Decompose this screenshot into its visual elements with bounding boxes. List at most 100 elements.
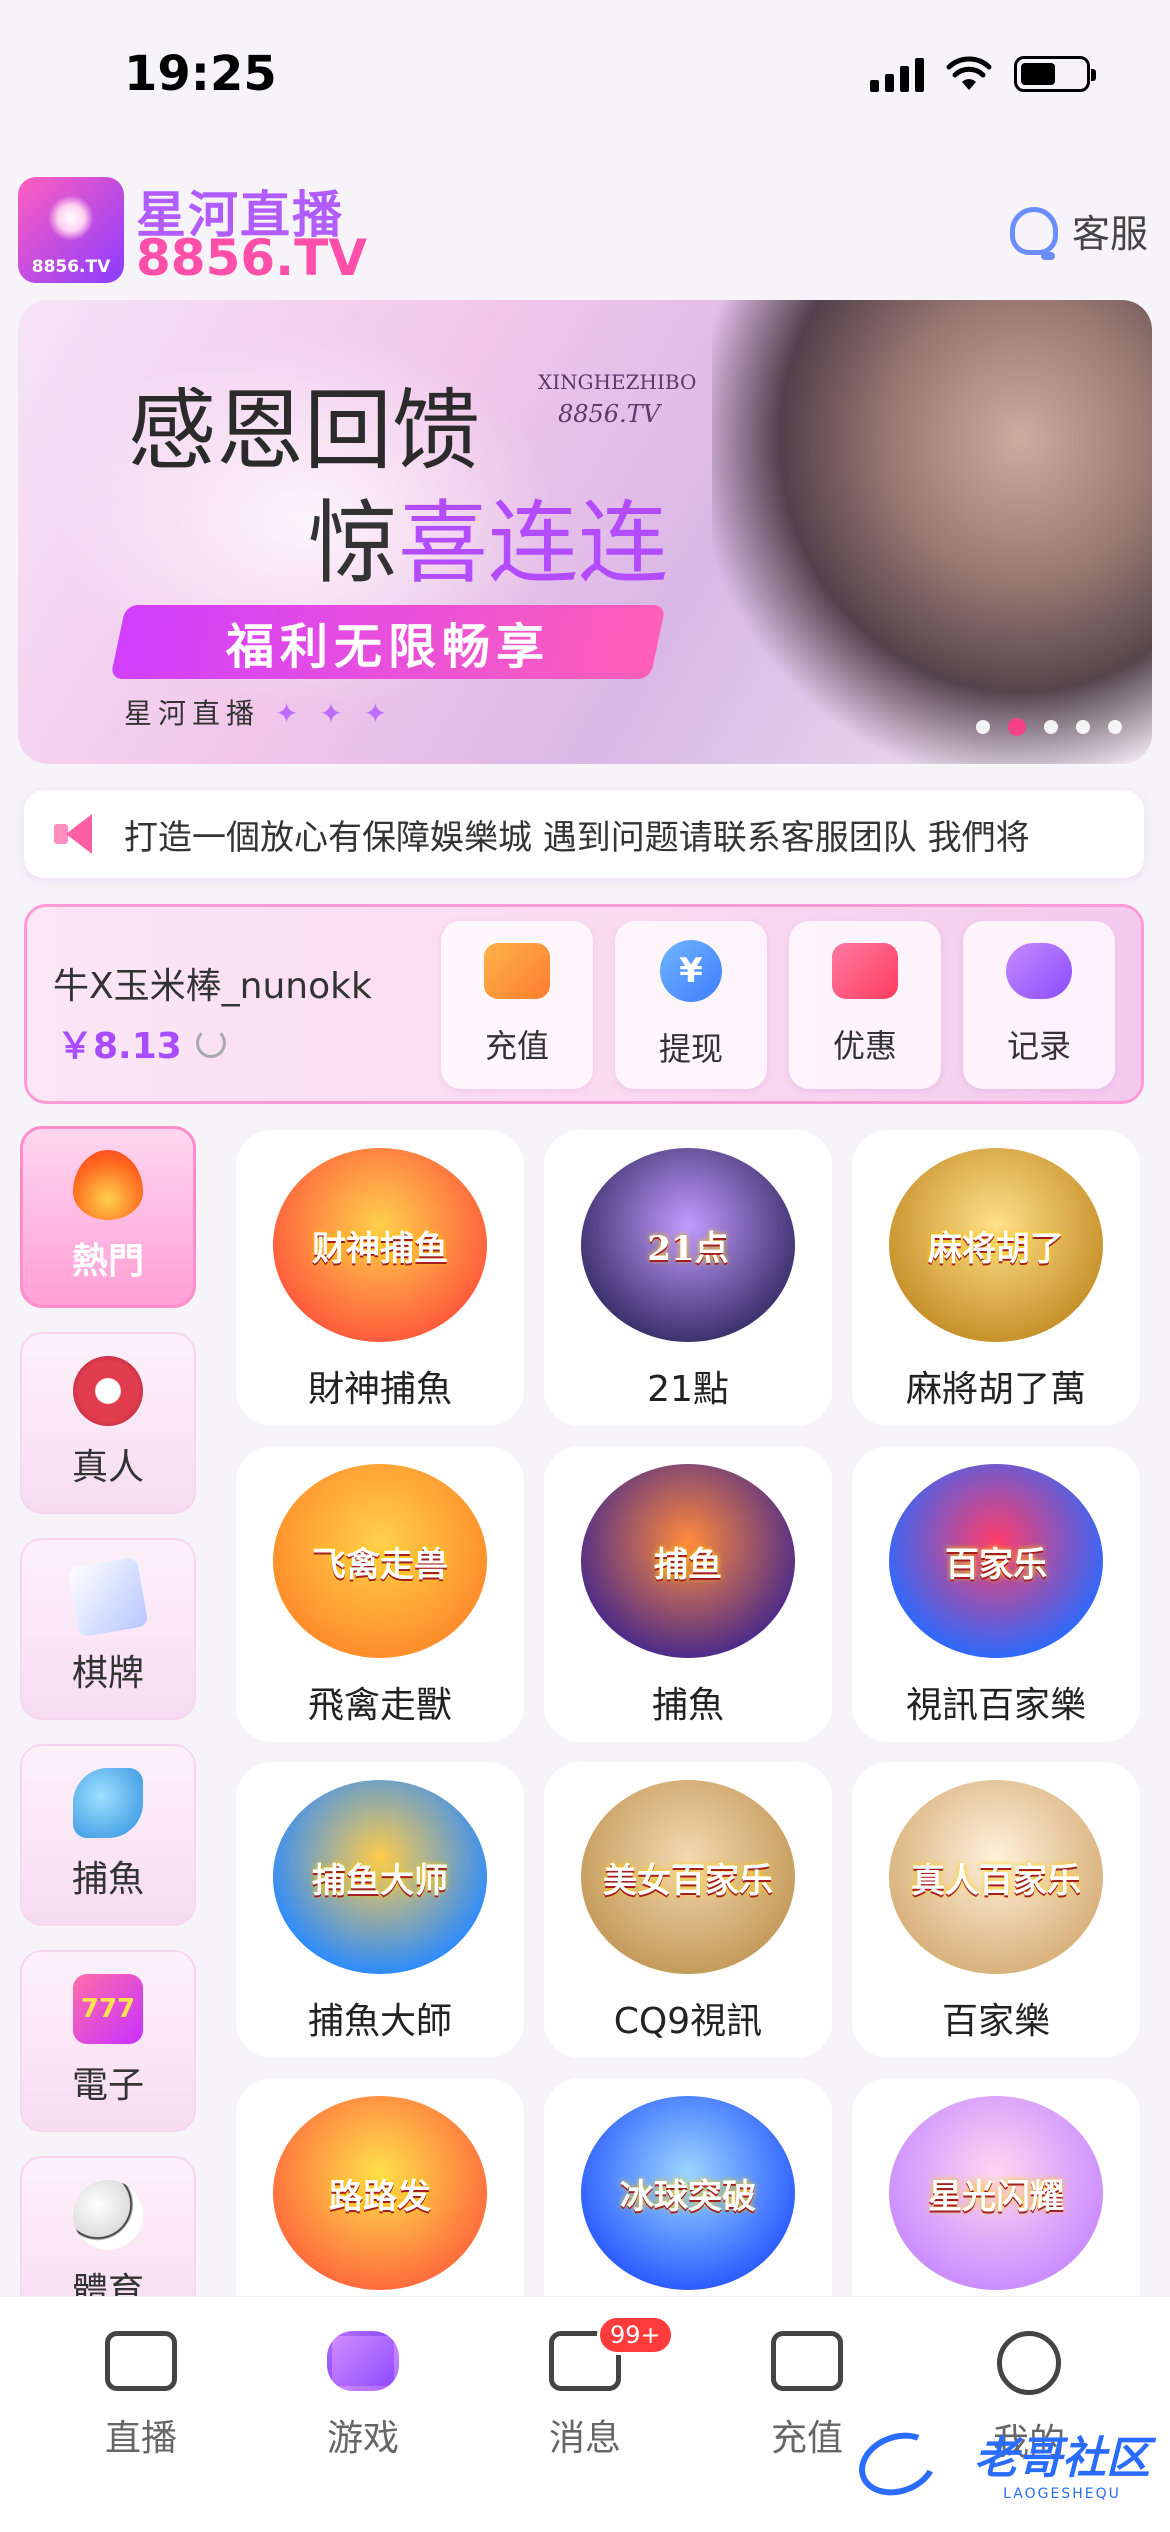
game-artwork: 麻将胡了 xyxy=(889,1148,1103,1342)
category-live-casino[interactable]: 真人 xyxy=(20,1332,196,1514)
game-artwork-text: 捕鱼 xyxy=(654,1544,722,1585)
refresh-icon[interactable] xyxy=(195,1028,226,1058)
headset-icon xyxy=(1009,206,1058,260)
game-artwork-text: 飞禽走兽 xyxy=(312,1544,448,1585)
game-artwork-text: 麻将胡了 xyxy=(928,1228,1064,1269)
game-artwork-text: 星光闪耀 xyxy=(928,2176,1064,2217)
game-artwork: 百家乐 xyxy=(889,1464,1103,1658)
game-artwork: 捕鱼 xyxy=(581,1464,795,1658)
category-fishing[interactable]: 捕魚 xyxy=(20,1744,196,1926)
promo-banner[interactable]: 感恩回馈 惊喜连连 XINGHEZHIBO 8856.TV 福利无限畅享 星河直… xyxy=(18,300,1152,764)
announcement-marquee[interactable]: 打造一個放心有保障娛樂城 遇到问题请联系客服团队 我們将 xyxy=(24,790,1144,878)
game-tile[interactable]: 飞禽走兽 飛禽走獸 xyxy=(236,1446,524,1742)
tab-live[interactable]: 直播 xyxy=(51,2331,231,2465)
app-header: 8856.TV 星河直播 8856.TV 客服 xyxy=(18,175,1152,287)
cellular-signal-icon xyxy=(870,56,924,92)
carousel-dot[interactable] xyxy=(1076,720,1090,734)
game-tile[interactable]: 冰球突破 xyxy=(544,2078,832,2296)
tab-messages[interactable]: 99+ 消息 xyxy=(495,2315,675,2465)
banner-watermark-en: XINGHEZHIBO xyxy=(538,370,697,394)
banner-pill: 福利无限畅享 xyxy=(110,605,666,679)
game-artwork-text: 美女百家乐 xyxy=(603,1860,773,1901)
battery-icon xyxy=(1014,56,1096,92)
game-name: 百家樂 xyxy=(941,2001,1050,2042)
game-tile[interactable]: 捕鱼 捕魚 xyxy=(544,1446,832,1742)
game-tile[interactable]: 美女百家乐 CQ9視訊 xyxy=(544,1762,832,2058)
category-sports[interactable]: 體育 xyxy=(20,2156,196,2296)
wallet-actions: 充值 ¥ 提现 优惠 记录 xyxy=(441,921,1115,1089)
carousel-dot[interactable] xyxy=(1044,720,1058,734)
game-name: 21點 xyxy=(647,1369,729,1410)
brand-domain: 8856.TV xyxy=(136,229,367,287)
soccer-ball-icon xyxy=(73,2180,143,2250)
banner-title-line2: 惊喜连连 xyxy=(308,491,668,596)
banner-footer: 星河直播 ✦ ✦ ✦ xyxy=(124,697,394,730)
promotions-button[interactable]: 优惠 xyxy=(789,921,941,1089)
records-button[interactable]: 记录 xyxy=(963,921,1115,1089)
slot-777-icon: 777 xyxy=(73,1974,143,2044)
game-name: 捕魚大師 xyxy=(307,2001,452,2042)
tab-games[interactable]: 游戏 xyxy=(273,2331,453,2465)
customer-service-label: 客服 xyxy=(1071,212,1148,256)
coupon-icon xyxy=(832,943,898,999)
game-tile[interactable]: 星光闪耀 xyxy=(852,2078,1140,2296)
game-tile[interactable]: 麻将胡了 麻將胡了萬 xyxy=(852,1130,1140,1426)
game-name: 捕魚 xyxy=(651,1685,724,1726)
game-artwork-text: 21点 xyxy=(647,1228,729,1269)
app-logo: 8856.TV xyxy=(18,177,124,283)
game-artwork: 飞禽走兽 xyxy=(273,1464,487,1658)
carousel-dot[interactable] xyxy=(976,720,990,734)
game-artwork: 路路发 xyxy=(273,2096,487,2290)
shark-icon xyxy=(73,1768,143,1838)
status-bar: 19:25 xyxy=(0,0,1170,150)
category-slots[interactable]: 777 電子 xyxy=(20,1950,196,2132)
game-artwork: 财神捕鱼 xyxy=(273,1148,487,1342)
status-icons xyxy=(870,56,1096,92)
game-tile[interactable]: 百家乐 視訊百家樂 xyxy=(852,1446,1140,1742)
category-card-games[interactable]: 棋牌 xyxy=(20,1538,196,1720)
game-artwork: 捕鱼大师 xyxy=(273,1780,487,1974)
casino-chip-icon xyxy=(73,1356,143,1426)
carousel-dot[interactable] xyxy=(1108,720,1122,734)
game-name: 財神捕魚 xyxy=(307,1369,452,1410)
game-tile[interactable]: 路路发 xyxy=(236,2078,524,2296)
game-artwork: 星光闪耀 xyxy=(889,2096,1103,2290)
game-name: 麻將胡了萬 xyxy=(905,1369,1086,1410)
status-time: 19:25 xyxy=(124,46,277,102)
category-sidebar: 熱門 真人 棋牌 捕魚 777 電子 體育 xyxy=(20,1126,198,2296)
playing-cards-icon xyxy=(67,1556,149,1638)
game-name: 飛禽走獸 xyxy=(307,1685,452,1726)
banner-model-image xyxy=(712,300,1152,764)
game-artwork-text: 财神捕鱼 xyxy=(312,1228,448,1269)
banner-title-line1: 感恩回馈 xyxy=(128,379,481,482)
game-tile[interactable]: 捕鱼大师 捕魚大師 xyxy=(236,1762,524,2058)
gamepad-icon xyxy=(1006,943,1072,999)
profile-face-icon xyxy=(997,2331,1061,2395)
banner-watermark-tv: 8856.TV xyxy=(558,400,661,428)
game-tile[interactable]: 21点 21點 xyxy=(544,1130,832,1426)
announcement-text: 打造一個放心有保障娛樂城 遇到问题请联系客服团队 我們将 xyxy=(124,817,1030,858)
wallet-card: 牛X玉米棒_nunokk ￥8.13 充值 ¥ 提现 优惠 记录 xyxy=(24,904,1144,1104)
game-artwork: 真人百家乐 xyxy=(889,1780,1103,1974)
wallet-icon xyxy=(771,2331,843,2391)
deposit-button[interactable]: 充值 xyxy=(441,921,593,1089)
category-hot[interactable]: 熱門 xyxy=(20,1126,196,1308)
carousel-dot[interactable] xyxy=(1008,718,1026,736)
game-artwork: 21点 xyxy=(581,1148,795,1342)
game-name: 視訊百家樂 xyxy=(905,1685,1086,1726)
wifi-icon xyxy=(946,56,992,90)
site-watermark: 老哥社区 LAOGESHEQU xyxy=(974,2433,1150,2502)
balance-amount: ￥8.13 xyxy=(57,1026,182,1067)
game-artwork-text: 路路发 xyxy=(329,2176,431,2217)
gamepad-icon xyxy=(327,2331,399,2391)
game-artwork-text: 百家乐 xyxy=(945,1544,1047,1585)
game-tile[interactable]: 真人百家乐 百家樂 xyxy=(852,1762,1140,2058)
username: 牛X玉米棒_nunokk xyxy=(53,966,372,1007)
game-tile[interactable]: 财神捕鱼 財神捕魚 xyxy=(236,1130,524,1426)
logo-caption: 8856.TV xyxy=(31,257,111,277)
live-camera-icon xyxy=(105,2331,177,2391)
customer-service-button[interactable]: 客服 xyxy=(1009,203,1148,260)
carousel-dots[interactable] xyxy=(976,718,1122,736)
withdraw-button[interactable]: ¥ 提现 xyxy=(615,921,767,1089)
game-name: CQ9視訊 xyxy=(613,2001,763,2042)
